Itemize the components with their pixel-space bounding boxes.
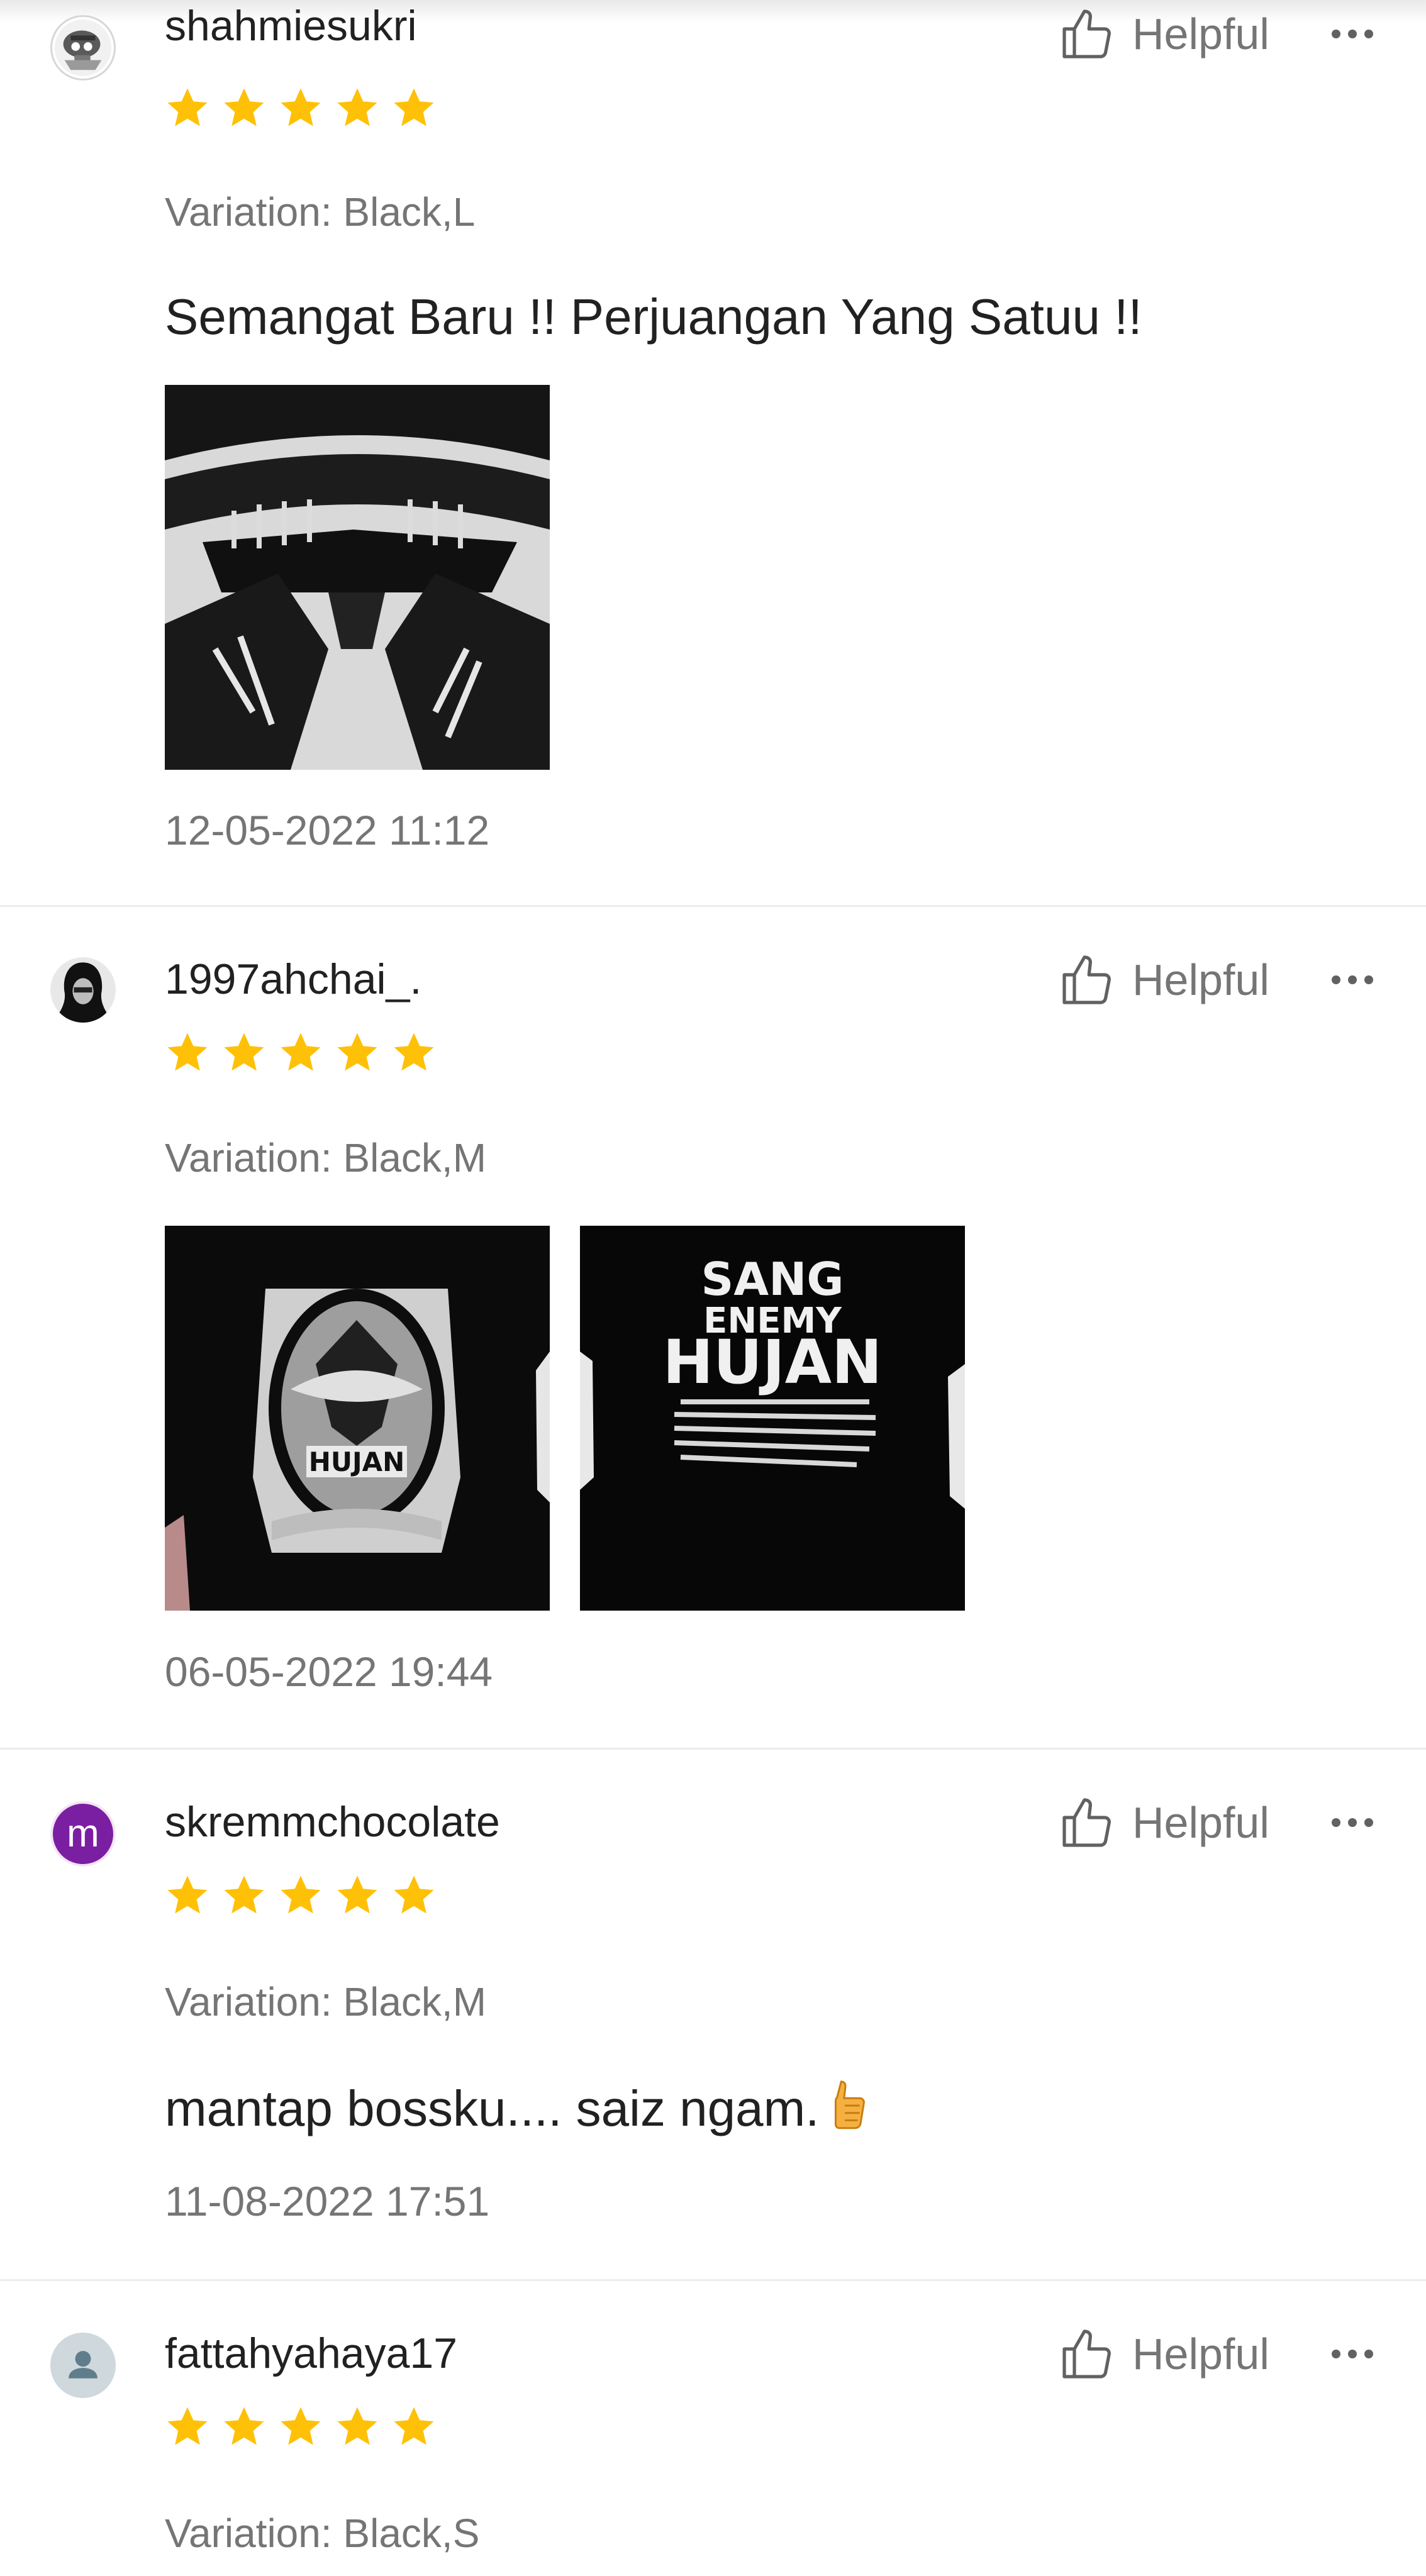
star-icon <box>224 1033 264 1071</box>
thumbs-up-emoji-icon <box>834 2080 865 2129</box>
skull-avatar-icon <box>54 19 112 77</box>
more-options-icon <box>1332 2350 1373 2358</box>
star-rating <box>165 1873 437 1918</box>
shirt-print-closeup-image <box>165 385 550 770</box>
review-item: 1997ahchai_. Variation: Black,M HUJAN SA <box>0 907 1426 1750</box>
more-options-button[interactable] <box>1327 2329 1378 2379</box>
user-avatar[interactable] <box>50 957 116 1023</box>
more-options-icon <box>1332 30 1373 38</box>
helpful-button[interactable]: Helpful <box>1057 948 1269 1011</box>
username[interactable]: shahmiesukri <box>165 1 417 50</box>
variation-label: Variation: Black,M <box>165 1135 486 1180</box>
user-avatar[interactable]: m <box>50 1801 116 1867</box>
helpful-button[interactable]: Helpful <box>1057 1791 1269 1854</box>
star-icon <box>337 2407 377 2445</box>
star-rating <box>165 86 437 131</box>
username[interactable]: skremmchocolate <box>165 1797 500 1846</box>
star-icon <box>281 1033 321 1071</box>
star-icon <box>281 1875 321 1914</box>
thumbs-up-icon <box>1062 955 1111 1004</box>
hooded-figure-avatar-icon <box>50 957 116 1023</box>
review-item: fattahyahaya17 Variation: Black,S Helpfu… <box>0 2281 1426 2576</box>
review-comment: Semangat Baru !! Perjuangan Yang Satuu !… <box>165 289 1142 345</box>
review-photo[interactable]: SANG ENEMY HUJAN <box>580 1226 965 1611</box>
star-icon <box>167 1875 208 1914</box>
review-photo[interactable]: HUJAN <box>165 1226 550 1611</box>
variation-label: Variation: Black,L <box>165 189 476 235</box>
star-icon <box>224 1875 264 1914</box>
helpful-label: Helpful <box>1132 955 1269 1004</box>
star-icon <box>394 1875 434 1914</box>
star-icon <box>167 2407 208 2445</box>
thumbs-up-icon <box>1062 1798 1111 1847</box>
star-icon <box>281 2407 321 2445</box>
star-icon <box>224 2407 264 2445</box>
helpful-button[interactable]: Helpful <box>1057 2323 1269 2385</box>
thumbs-up-emoji <box>826 2078 871 2133</box>
star-icon <box>281 88 321 126</box>
review-comment-row: mantap bossku.... saiz ngam. <box>165 2078 871 2138</box>
more-options-button[interactable] <box>1327 1797 1378 1848</box>
more-options-icon <box>1332 1818 1373 1827</box>
more-options-button[interactable] <box>1327 9 1378 59</box>
star-icon <box>337 88 377 126</box>
user-avatar[interactable] <box>50 15 116 80</box>
star-rating <box>165 2404 437 2450</box>
user-avatar[interactable] <box>50 2333 116 2398</box>
print-word-hujan: HUJAN <box>309 1446 405 1477</box>
more-options-icon <box>1332 975 1373 984</box>
star-icon <box>337 1033 377 1071</box>
star-icon <box>394 2407 434 2445</box>
star-rating <box>165 1030 437 1075</box>
thumbs-up-icon <box>1062 2329 1111 2379</box>
star-icon <box>394 1033 434 1071</box>
review-date: 11-08-2022 17:51 <box>165 2178 490 2224</box>
review-comment: mantap bossku.... saiz ngam. <box>165 2080 820 2136</box>
shirt-front-image: HUJAN <box>165 1226 550 1611</box>
variation-label: Variation: Black,S <box>165 2511 480 2556</box>
star-icon <box>224 88 264 126</box>
review-item: m skremmchocolate Variation: Black,M man… <box>0 1750 1426 2281</box>
helpful-label: Helpful <box>1132 9 1269 58</box>
helpful-label: Helpful <box>1132 2329 1269 2379</box>
review-date: 12-05-2022 11:12 <box>165 807 490 853</box>
star-icon <box>167 1033 208 1071</box>
star-icon <box>394 88 434 126</box>
print-word-hujan: HUJAN <box>663 1327 883 1397</box>
person-icon <box>69 2351 97 2379</box>
avatar-letter: m <box>67 1812 99 1855</box>
review-item: shahmiesukri Variation: Black,L Semangat… <box>0 0 1426 907</box>
star-icon <box>337 1875 377 1914</box>
more-options-button[interactable] <box>1327 955 1378 1005</box>
thumbs-up-icon <box>1062 9 1111 58</box>
star-icon <box>167 88 208 126</box>
username[interactable]: fattahyahaya17 <box>165 2329 457 2378</box>
review-date: 06-05-2022 19:44 <box>165 1648 493 1695</box>
username[interactable]: 1997ahchai_. <box>165 955 421 1004</box>
helpful-button[interactable]: Helpful <box>1057 3 1269 65</box>
shirt-back-image: SANG ENEMY HUJAN <box>580 1226 965 1611</box>
variation-label: Variation: Black,M <box>165 1979 486 2024</box>
review-photo[interactable] <box>165 385 550 770</box>
print-word-sang: SANG <box>701 1253 844 1306</box>
helpful-label: Helpful <box>1132 1798 1269 1847</box>
